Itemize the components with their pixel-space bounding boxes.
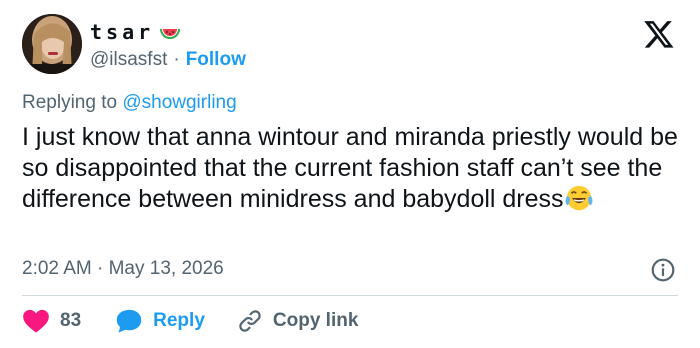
tweet-date: May 13, 2026 — [108, 258, 224, 279]
copy-link-button[interactable]: Copy link — [237, 308, 359, 334]
x-logo-icon[interactable] — [642, 18, 676, 50]
separator-dot: · — [173, 49, 180, 70]
watermelon-icon — [160, 29, 181, 39]
tweet-time: 2:02 AM — [22, 258, 92, 279]
tweet-text: I just know that anna wintour and mirand… — [22, 122, 682, 215]
face-with-tears-of-joy-icon — [565, 185, 593, 211]
copy-link-label: Copy link — [272, 310, 359, 331]
avatar[interactable] — [22, 14, 82, 74]
divider — [22, 295, 678, 296]
info-icon[interactable] — [650, 257, 676, 283]
link-icon — [239, 310, 261, 332]
heart-icon — [23, 309, 49, 333]
display-name[interactable]: tsar — [90, 20, 154, 44]
tweet-card: tsar @ilsasfst · Follow Replying to @sho… — [0, 0, 700, 348]
user-handle[interactable]: @ilsasfst — [90, 49, 167, 71]
replying-to: Replying to @showgirling — [22, 92, 237, 114]
reply-button[interactable]: Reply — [115, 308, 205, 334]
handle-row: @ilsasfst · Follow — [90, 48, 246, 72]
replying-prefix: Replying to — [22, 92, 118, 113]
like-count: 83 — [60, 310, 82, 331]
reply-bubble-icon — [116, 309, 142, 333]
like-button[interactable]: 83 — [22, 308, 81, 334]
timestamp-separator: · — [97, 258, 104, 279]
avatar-image — [22, 14, 82, 74]
follow-button[interactable]: Follow — [186, 49, 246, 71]
replying-mention[interactable]: @showgirling — [122, 92, 236, 113]
tweet-timestamp[interactable]: 2:02 AM · May 13, 2026 — [22, 258, 224, 280]
name-row: tsar — [90, 18, 182, 46]
action-bar: 83 Reply Copy link — [22, 306, 358, 336]
reply-label: Reply — [153, 310, 205, 331]
